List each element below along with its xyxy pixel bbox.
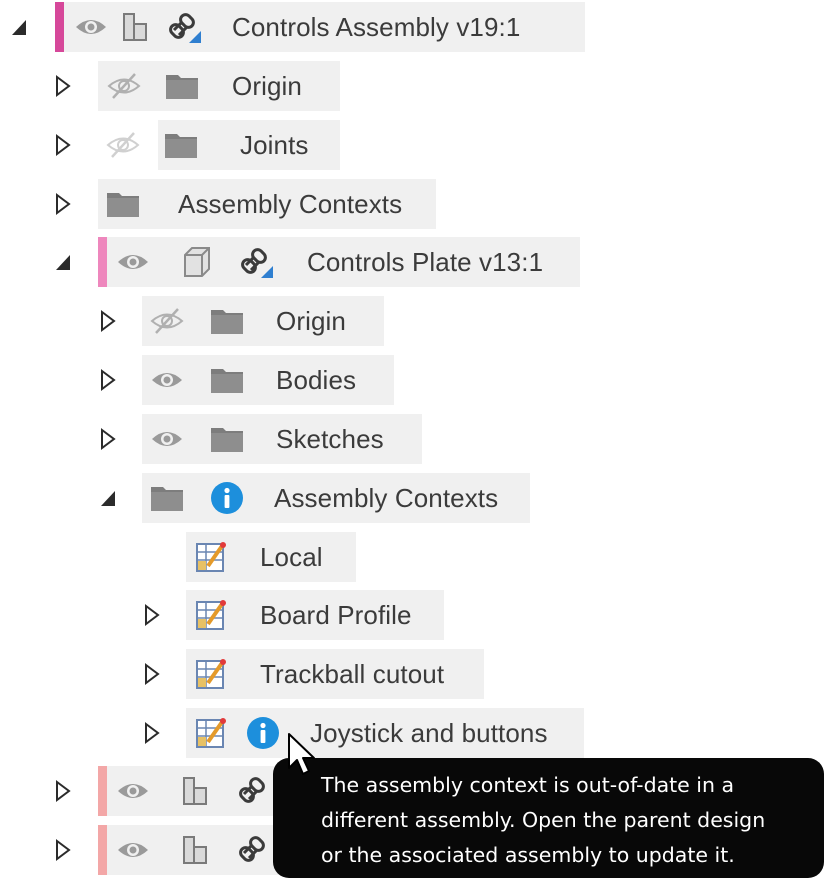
tree-row-context-local[interactable]: Local: [0, 532, 834, 582]
tree-row-plate-origin[interactable]: Origin: [0, 296, 834, 346]
assembly-context-icon: [194, 598, 228, 632]
tree-row-controls-plate[interactable]: Controls Plate v13:1: [0, 237, 834, 287]
collapsed-triangle-icon[interactable]: [54, 779, 72, 803]
tree-row-context-joystick-and-buttons[interactable]: Joystick and buttons: [0, 708, 834, 758]
context-joystick-and-buttons-label: Joystick and buttons: [310, 717, 548, 748]
root-component-item[interactable]: Controls Assembly v19:1: [55, 2, 585, 52]
plate-assembly-contexts-label: Assembly Contexts: [274, 482, 499, 513]
eye-hidden-icon[interactable]: [106, 128, 140, 162]
component-icon: [180, 833, 214, 867]
plate-origin-folder-item[interactable]: Origin: [142, 296, 384, 346]
eye-icon[interactable]: [150, 363, 184, 397]
expanded-triangle-icon[interactable]: [10, 15, 28, 39]
eye-icon[interactable]: [116, 774, 150, 808]
info-icon[interactable]: [210, 481, 244, 515]
eye-icon[interactable]: [150, 422, 184, 456]
folder-icon: [150, 481, 184, 515]
context-item-joystick-and-buttons[interactable]: Joystick and buttons: [186, 708, 584, 758]
browser-tree: Controls Assembly v19:1 Origin Joints As…: [0, 0, 834, 880]
eye-icon[interactable]: [116, 833, 150, 867]
folder-icon: [210, 363, 244, 397]
component-color-bar: [98, 237, 107, 287]
collapsed-triangle-icon[interactable]: [143, 603, 161, 627]
context-item-local[interactable]: Local: [186, 532, 356, 582]
folder-icon: [210, 422, 244, 456]
eye-icon[interactable]: [116, 245, 150, 279]
root-component-label: Controls Assembly v19:1: [232, 11, 521, 42]
folder-icon: [106, 187, 140, 221]
collapsed-triangle-icon[interactable]: [143, 662, 161, 686]
info-icon[interactable]: [246, 716, 280, 750]
folder-icon: [164, 128, 198, 162]
assembly-contexts-folder-item[interactable]: Assembly Contexts: [98, 179, 436, 229]
folder-icon: [210, 304, 244, 338]
tree-row-sketches[interactable]: Sketches: [0, 414, 834, 464]
joints-label: Joints: [240, 129, 309, 160]
link-icon: [238, 833, 272, 867]
tree-row-plate-assembly-contexts[interactable]: Assembly Contexts: [0, 473, 834, 523]
link-icon: [238, 774, 272, 808]
eye-hidden-icon[interactable]: [150, 304, 184, 338]
bodies-label: Bodies: [276, 364, 357, 395]
context-board-profile-label: Board Profile: [260, 599, 412, 630]
joints-folder-item[interactable]: Joints: [158, 120, 340, 170]
collapsed-triangle-icon[interactable]: [54, 838, 72, 862]
context-item-trackball-cutout[interactable]: Trackball cutout: [186, 649, 484, 699]
origin-label: Origin: [232, 70, 302, 101]
folder-icon: [165, 69, 199, 103]
origin-folder-item[interactable]: Origin: [98, 61, 340, 111]
tree-row-joints[interactable]: Joints: [0, 120, 834, 170]
component-icon: [180, 774, 214, 808]
component-color-bar: [55, 2, 64, 52]
tree-row-origin[interactable]: Origin: [0, 61, 834, 111]
context-item-board-profile[interactable]: Board Profile: [186, 590, 444, 640]
component-color-bar: [98, 766, 107, 816]
tooltip-line: or the associated assembly to update it.: [321, 843, 735, 867]
body-box-icon: [180, 245, 214, 279]
collapsed-triangle-icon[interactable]: [54, 74, 72, 98]
tree-row-bodies[interactable]: Bodies: [0, 355, 834, 405]
collapsed-triangle-icon[interactable]: [99, 368, 117, 392]
tree-row-context-board-profile[interactable]: Board Profile: [0, 590, 834, 640]
tree-row-context-trackball-cutout[interactable]: Trackball cutout: [0, 649, 834, 699]
bodies-folder-item[interactable]: Bodies: [142, 355, 394, 405]
context-trackball-cutout-label: Trackball cutout: [260, 658, 445, 689]
assembly-context-icon: [194, 716, 228, 750]
link-icon: [240, 245, 274, 279]
component-item[interactable]: [98, 825, 298, 875]
plate-assembly-contexts-folder-item[interactable]: Assembly Contexts: [142, 473, 530, 523]
eye-hidden-icon[interactable]: [107, 69, 141, 103]
component-item[interactable]: [98, 766, 298, 816]
plate-origin-label: Origin: [276, 305, 346, 336]
tooltip-line: different assembly. Open the parent desi…: [321, 808, 766, 832]
collapsed-triangle-icon[interactable]: [99, 427, 117, 451]
controls-plate-label: Controls Plate v13:1: [307, 246, 544, 277]
collapsed-triangle-icon[interactable]: [54, 192, 72, 216]
context-local-label: Local: [260, 541, 323, 572]
collapsed-triangle-icon[interactable]: [99, 309, 117, 333]
eye-icon[interactable]: [74, 10, 108, 44]
assembly-context-icon: [194, 657, 228, 691]
tree-row-assembly-contexts[interactable]: Assembly Contexts: [0, 179, 834, 229]
tree-row-root-component[interactable]: Controls Assembly v19:1: [0, 2, 834, 52]
assembly-contexts-label: Assembly Contexts: [178, 188, 403, 219]
expanded-triangle-icon[interactable]: [54, 250, 72, 274]
assembly-context-icon: [194, 540, 228, 574]
expanded-triangle-icon[interactable]: [99, 486, 117, 510]
tooltip-line: The assembly context is out-of-date in a: [321, 773, 735, 797]
collapsed-triangle-icon[interactable]: [143, 721, 161, 745]
collapsed-triangle-icon[interactable]: [54, 133, 72, 157]
out-of-date-tooltip: The assembly context is out-of-date in a…: [273, 758, 824, 878]
controls-plate-component-item[interactable]: Controls Plate v13:1: [98, 237, 580, 287]
sketches-label: Sketches: [276, 423, 384, 454]
link-icon: [168, 10, 202, 44]
component-icon: [120, 10, 154, 44]
component-color-bar: [98, 825, 107, 875]
sketches-folder-item[interactable]: Sketches: [142, 414, 422, 464]
mouse-cursor-icon: [288, 733, 315, 775]
